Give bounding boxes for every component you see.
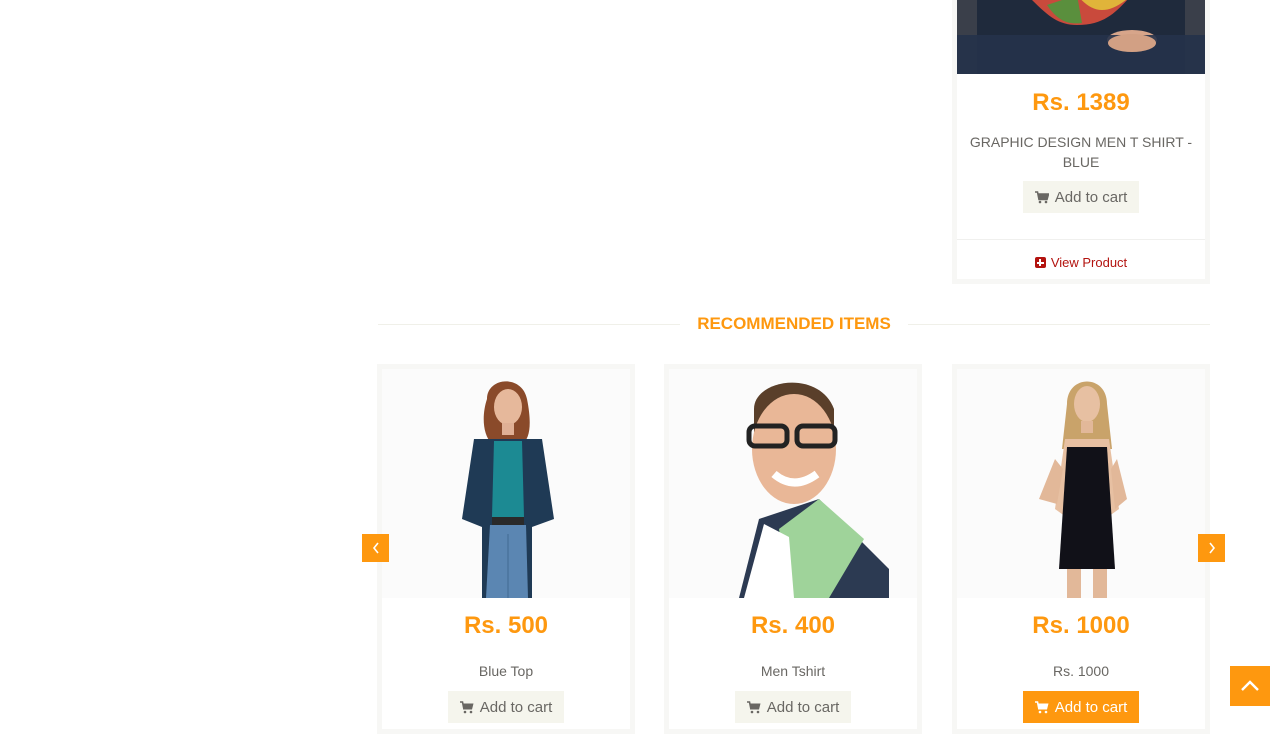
add-to-cart-button[interactable]: Add to cart [448,691,564,723]
add-to-cart-label: Add to cart [1054,188,1128,206]
card-footer-divider [957,239,1205,240]
recommended-card: Rs. 400 Men Tshirt Add to cart [664,364,922,734]
chevron-up-icon [1241,680,1259,691]
carousel-prev-button[interactable] [362,534,389,562]
cart-icon [746,700,761,713]
section-divider-left [378,324,680,325]
recommended-items-title: RECOMMENDED ITEMS [680,314,908,334]
chevron-left-icon [372,542,379,554]
recommended-card: Rs. 1000 Rs. 1000 Add to cart [952,364,1210,734]
product-price: Rs. 1389 [1032,89,1130,116]
add-to-cart-button[interactable]: Add to cart [1023,181,1139,213]
cart-icon [1034,700,1049,713]
cart-icon [459,700,474,713]
add-to-cart-button[interactable]: Add to cart [735,691,851,723]
product-name: Men Tshirt [760,663,826,679]
product-name: Rs. 1000 [1052,663,1110,679]
plus-square-icon [1034,257,1046,268]
product-price: Rs. 400 [750,612,836,639]
product-name: GRAPHIC DESIGN MEN T SHIRT - BLUE [969,134,1193,170]
product-price: Rs. 1000 [1032,612,1130,639]
product-image [957,369,1205,598]
product-card: Rs. 1389 GRAPHIC DESIGN MEN T SHIRT - BL… [952,0,1210,284]
product-name: Blue Top [478,663,534,679]
view-product-label: View Product [1050,255,1128,270]
product-price: Rs. 500 [463,612,549,639]
scroll-up-button[interactable] [1230,666,1270,706]
view-product-link[interactable]: View Product [957,255,1205,270]
cart-icon [1034,190,1049,203]
add-to-cart-button[interactable]: Add to cart [1023,691,1139,723]
section-divider-right [908,324,1210,325]
chevron-right-icon [1208,542,1215,554]
recommended-card: Rs. 500 Blue Top Add to cart [377,364,635,734]
add-to-cart-label: Add to cart [479,698,553,716]
carousel-next-button[interactable] [1198,534,1225,562]
add-to-cart-label: Add to cart [766,698,840,716]
product-image [669,369,917,598]
product-image [957,0,1205,74]
add-to-cart-label: Add to cart [1054,698,1128,716]
product-image [382,369,630,598]
